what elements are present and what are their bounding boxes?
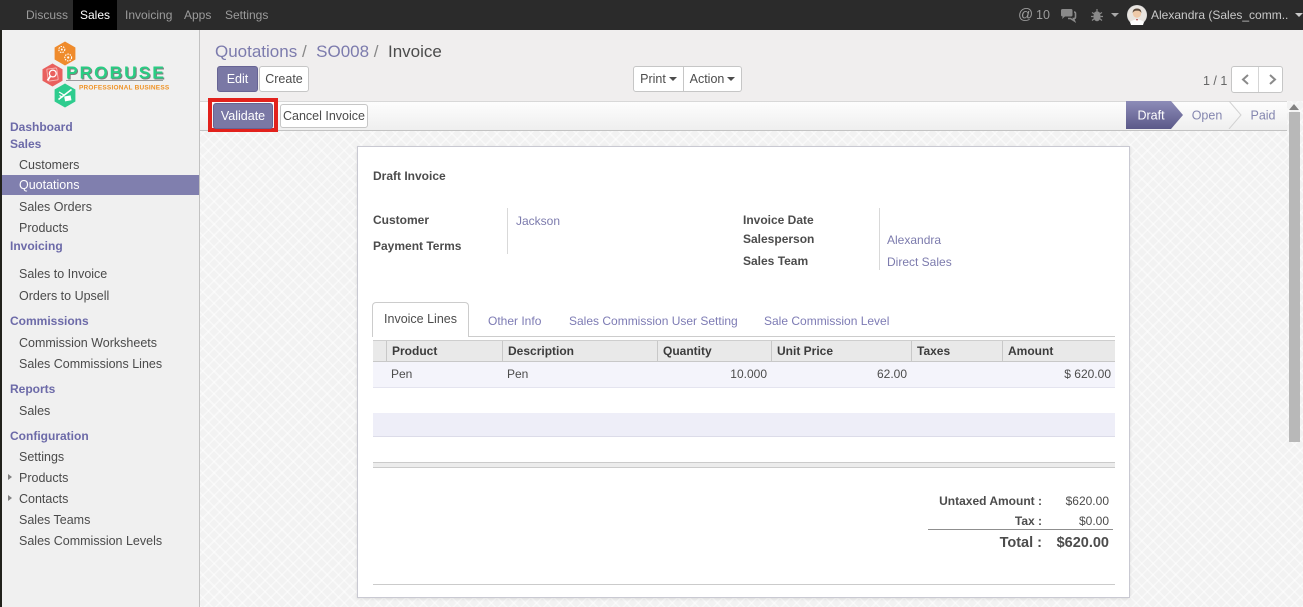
svg-text:PROBUSE: PROBUSE — [66, 63, 166, 83]
svg-text:Draft: Draft — [1137, 109, 1165, 123]
svg-text:Paid: Paid — [1250, 109, 1275, 123]
svg-text:PROFESSIONAL BUSINESS: PROFESSIONAL BUSINESS — [79, 85, 170, 92]
svg-text:Open: Open — [1192, 109, 1223, 123]
